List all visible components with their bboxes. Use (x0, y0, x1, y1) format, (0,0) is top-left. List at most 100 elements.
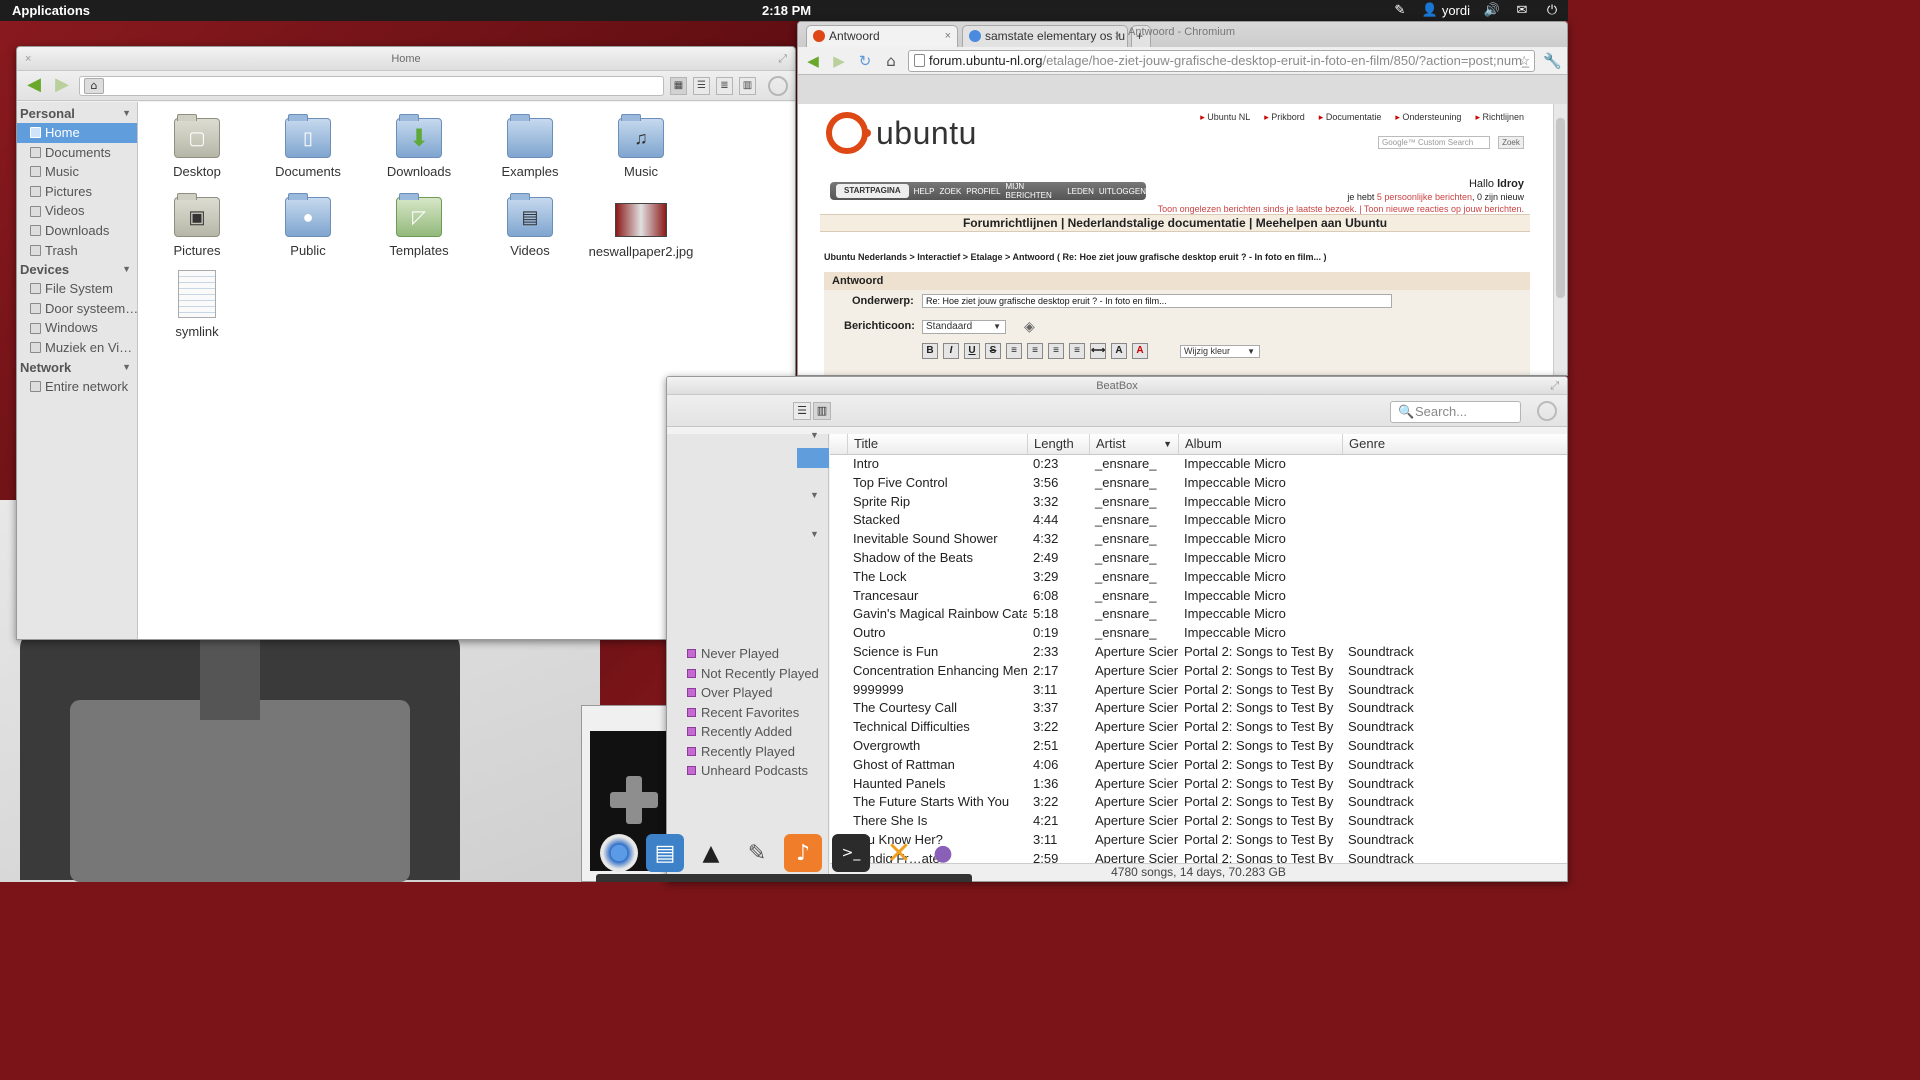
underline-button[interactable]: U (964, 343, 980, 359)
playlist-never-played[interactable]: Never Played (687, 644, 779, 664)
forum-search-input[interactable]: Google™ Custom Search (1378, 136, 1490, 149)
close-icon[interactable]: × (25, 47, 31, 71)
power-icon[interactable]: ⏻ (1544, 2, 1560, 18)
file-item-documents[interactable]: ▯ Documents (253, 114, 363, 179)
forum-search-button[interactable]: Zoek (1498, 136, 1524, 149)
wrench-icon[interactable]: 🔧 (1543, 52, 1562, 70)
sidebar-item-music[interactable]: Music (17, 162, 137, 182)
places-head-network[interactable]: Network ▼ (17, 358, 137, 377)
volume-icon[interactable]: 🔊 (1484, 2, 1500, 18)
column-length[interactable]: Length (1027, 434, 1089, 454)
files-titlebar[interactable]: × Home ⤢ (17, 47, 795, 71)
file-item-symlink[interactable]: symlink (142, 270, 252, 339)
collapse-icon[interactable]: ▼ (122, 104, 131, 123)
forum-links-bar[interactable]: Forumrichtlijnen | Nederlandstalige docu… (820, 214, 1530, 232)
table-row[interactable]: Overgrowth 2:51 Aperture Scien Portal 2: So… (830, 737, 1567, 756)
menu-profiel[interactable]: PROFIEL (966, 187, 1000, 196)
table-row[interactable]: Top Five Control 3:56 _ensnare_ Impeccable … (830, 474, 1567, 493)
expand-icon[interactable]: ▼ (810, 490, 819, 500)
gimp-icon[interactable]: ✎ (738, 834, 776, 872)
path-bar[interactable]: ⌂ (79, 75, 664, 96)
messages-link[interactable]: 5 persoonlijke berichten (1377, 192, 1472, 202)
sidebar-item-videos[interactable]: Videos (17, 201, 137, 221)
nav-link-ondersteuning[interactable]: Ondersteuning (1395, 112, 1461, 123)
file-item-music[interactable]: ♫ Music (586, 114, 696, 179)
table-row[interactable]: The Lock 3:29 _ensnare_ Impeccable Micro (830, 568, 1567, 587)
table-row[interactable]: Stacked 4:44 _ensnare_ Impeccable Micro (830, 511, 1567, 530)
file-item-wallpaper-image[interactable]: neswallpaper2.jpg (586, 197, 696, 259)
sidebar-item-door-systeem[interactable]: Door systeem… (17, 299, 137, 319)
column-album[interactable]: Album (1178, 434, 1342, 454)
table-row[interactable]: Intro 0:23 _ensnare_ Impeccable Micro (830, 455, 1567, 474)
table-row[interactable]: Outro 0:19 _ensnare_ Impeccable Micro (830, 624, 1567, 643)
bold-button[interactable]: B (922, 343, 938, 359)
files-icon[interactable]: ▤ (646, 834, 684, 872)
collapse-icon[interactable]: ▼ (122, 358, 131, 377)
places-head-devices[interactable]: Devices ▼ (17, 260, 137, 279)
table-row[interactable]: Concentration Enhancing Menu 2:17 Aperture… (830, 662, 1567, 681)
table-row[interactable]: Ghost of Rattman 4:06 Aperture Scien Portal… (830, 756, 1567, 775)
table-row[interactable]: Gavin's Magical Rainbow Catast 5:18 _ensna… (830, 605, 1567, 624)
sidebar-item-home[interactable]: Home (17, 123, 137, 143)
sidebar-item-documents[interactable]: Documents (17, 143, 137, 163)
table-row[interactable]: Shadow of the Beats 2:49 _ensnare_ Impeccab… (830, 549, 1567, 568)
maximize-icon[interactable]: ⤢ (778, 47, 787, 71)
sidebar-item-trash[interactable]: Trash (17, 241, 137, 261)
url-bar[interactable]: forum.ubuntu-nl.org/etalage/hoe-ziet-jou… (908, 49, 1535, 72)
sidebar-item-muziek[interactable]: Muziek en Vi… (17, 338, 137, 358)
tab-antwoord[interactable]: Antwoord × (806, 25, 958, 47)
beatbox-titlebar[interactable]: BeatBox ⤢ (667, 377, 1567, 395)
table-row[interactable]: Science is Fun 2:33 Aperture Scien Portal 2… (830, 643, 1567, 662)
tab-close-icon[interactable]: × (945, 26, 951, 46)
column-artist[interactable]: Artist ▼ (1089, 434, 1178, 454)
nav-link-documentatie[interactable]: Documentatie (1319, 112, 1382, 123)
scrollbar-thumb[interactable] (1556, 118, 1565, 298)
playlist-recent-favorites[interactable]: Recent Favorites (687, 703, 799, 723)
back-arrow-icon[interactable]: ◀ (804, 52, 822, 70)
table-row[interactable]: The Courtesy Call 3:37 Aperture Scien Porta… (830, 699, 1567, 718)
tools-icon[interactable]: ✕ (880, 834, 918, 872)
mail-icon[interactable]: ✉ (1514, 2, 1530, 18)
home-crumb-icon[interactable]: ⌂ (84, 77, 104, 94)
file-item-pictures[interactable]: ▣ Pictures (142, 193, 252, 258)
sidebar-item-windows[interactable]: Windows (17, 318, 137, 338)
home-icon[interactable]: ⌂ (882, 52, 900, 70)
file-item-examples[interactable]: Examples (475, 114, 585, 179)
file-item-videos[interactable]: ▤ Videos (475, 193, 585, 258)
forward-arrow-icon[interactable]: ▶ (830, 52, 848, 70)
bookmark-star-icon[interactable]: ☆ (1518, 51, 1530, 71)
nav-link-richtlijnen[interactable]: Richtlijnen (1475, 112, 1524, 123)
italic-button[interactable]: I (943, 343, 959, 359)
menu-startpagina[interactable]: STARTPAGINA (836, 184, 909, 198)
menu-help[interactable]: HELP (914, 187, 935, 196)
playlist-recently-played[interactable]: Recently Played (687, 742, 795, 762)
expand-icon[interactable]: ▼ (810, 430, 819, 440)
maximize-icon[interactable]: ⤢ (1550, 377, 1559, 395)
strike-button[interactable]: S (985, 343, 1001, 359)
column-title[interactable]: Title (847, 434, 1031, 454)
pidgin-icon[interactable]: ● (924, 834, 962, 872)
align-right-button[interactable]: ≡ (1048, 343, 1064, 359)
playlist-unheard-podcasts[interactable]: Unheard Podcasts (687, 761, 808, 781)
unread-links[interactable]: Toon ongelezen berichten sinds je laatst… (1158, 204, 1524, 214)
table-row[interactable]: Trancesaur 6:08 _ensnare_ Impeccable Micro (830, 587, 1567, 606)
page-info-icon[interactable] (914, 53, 925, 67)
clock[interactable]: 2:18 PM (762, 3, 811, 18)
column-view-button[interactable]: ▥ (739, 76, 756, 95)
user-menu[interactable]: 👤 yordi (1422, 2, 1470, 18)
playlist-not-recently-played[interactable]: Not Recently Played (687, 664, 819, 684)
page-scrollbar[interactable] (1553, 104, 1567, 375)
table-row[interactable]: The Future Starts With You 3:22 Aperture S… (830, 793, 1567, 812)
table-row[interactable]: Technical Difficulties 3:22 Aperture Scien… (830, 718, 1567, 737)
back-arrow-icon[interactable]: ◀ (23, 75, 45, 96)
font-color-button[interactable]: A (1132, 343, 1148, 359)
sidebar-item-downloads[interactable]: Downloads (17, 221, 137, 241)
subject-input[interactable]: Re: Hoe ziet jouw grafische desktop erui… (922, 294, 1392, 308)
horizontal-rule-button[interactable]: ⟷ (1090, 343, 1106, 359)
nav-link-prikbord[interactable]: Prikbord (1264, 112, 1305, 123)
sidebar-item-entire-network[interactable]: Entire network (17, 377, 137, 397)
align-left-button[interactable]: ≡ (1006, 343, 1022, 359)
table-row[interactable]: Inevitable Sound Shower 4:32 _ensnare_ Impe… (830, 530, 1567, 549)
table-row[interactable]: There She Is 4:21 Aperture Scien Portal 2: … (830, 812, 1567, 831)
terminal-icon[interactable]: >_ (832, 834, 870, 872)
